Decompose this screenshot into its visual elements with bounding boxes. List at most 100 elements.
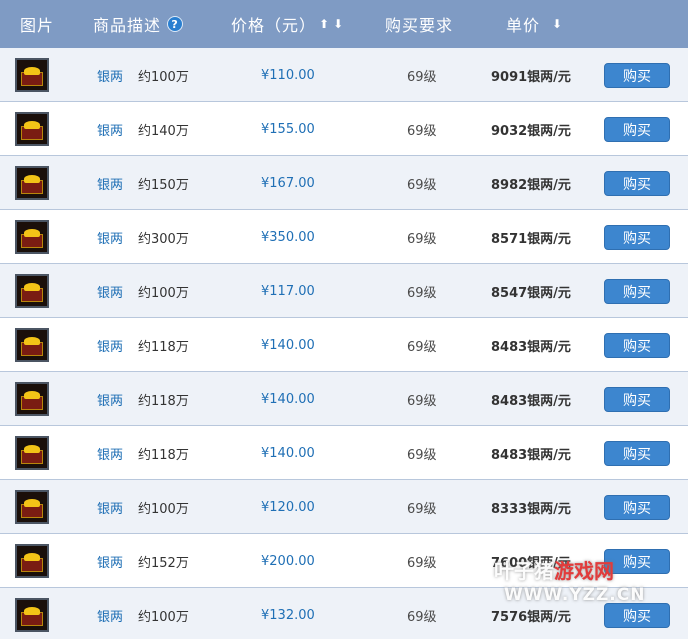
item-name-link[interactable]: 银两 xyxy=(97,588,123,639)
item-price: ¥140.00 xyxy=(261,337,315,353)
item-level: 69级 xyxy=(407,555,437,571)
header-unit-price: 单价 ⬇ xyxy=(506,0,563,48)
table-row: 银两 约100万 ¥110.00 69级 9091银两/元 购买 xyxy=(0,48,688,102)
treasure-chest-icon xyxy=(15,490,49,524)
buy-button[interactable]: 购买 xyxy=(604,279,670,304)
item-price: ¥167.00 xyxy=(261,175,315,191)
item-level: 69级 xyxy=(407,339,437,355)
item-level: 69级 xyxy=(407,69,437,85)
buy-button[interactable]: 购买 xyxy=(604,225,670,250)
table-row: 银两 约118万 ¥140.00 69级 8483银两/元 购买 xyxy=(0,426,688,480)
item-name-link[interactable]: 银两 xyxy=(97,318,123,372)
treasure-chest-icon xyxy=(15,544,49,578)
item-unit-price: 7576银两/元 xyxy=(491,609,571,625)
item-unit-price: 8547银两/元 xyxy=(491,285,571,301)
treasure-chest-icon xyxy=(15,112,49,146)
header-price: 价格（元） ⬆ ⬇ xyxy=(231,0,344,48)
treasure-chest-icon xyxy=(15,220,49,254)
item-amount: 约150万 xyxy=(138,177,189,193)
item-amount: 约100万 xyxy=(138,609,189,625)
item-price: ¥132.00 xyxy=(261,607,315,623)
table-row: 银两 约100万 ¥132.00 69级 7576银两/元 购买 xyxy=(0,588,688,639)
table-row: 银两 约152万 ¥200.00 69级 7600银两/元 购买 xyxy=(0,534,688,588)
buy-button[interactable]: 购买 xyxy=(604,549,670,574)
buy-button[interactable]: 购买 xyxy=(604,171,670,196)
header-description-label: 商品描述 xyxy=(93,16,162,35)
item-price: ¥200.00 xyxy=(261,553,315,569)
item-name-link[interactable]: 银两 xyxy=(97,48,123,102)
sort-desc-icon[interactable]: ⬇ xyxy=(333,17,344,31)
item-amount: 约100万 xyxy=(138,69,189,85)
treasure-chest-icon xyxy=(15,58,49,92)
treasure-chest-icon xyxy=(15,436,49,470)
treasure-chest-icon xyxy=(15,598,49,632)
item-price: ¥350.00 xyxy=(261,229,315,245)
table-row: 银两 约100万 ¥120.00 69级 8333银两/元 购买 xyxy=(0,480,688,534)
item-unit-price: 8483银两/元 xyxy=(491,393,571,409)
table-row: 银两 约118万 ¥140.00 69级 8483银两/元 购买 xyxy=(0,372,688,426)
buy-button[interactable]: 购买 xyxy=(604,63,670,88)
item-name-link[interactable]: 银两 xyxy=(97,534,123,588)
header-description: 商品描述 ? xyxy=(93,0,184,48)
header-requirement: 购买要求 xyxy=(385,16,454,35)
item-price: ¥110.00 xyxy=(261,67,315,83)
item-level: 69级 xyxy=(407,231,437,247)
item-amount: 约140万 xyxy=(138,123,189,139)
item-name-link[interactable]: 银两 xyxy=(97,426,123,480)
item-name-link[interactable]: 银两 xyxy=(97,372,123,426)
buy-button[interactable]: 购买 xyxy=(604,495,670,520)
item-level: 69级 xyxy=(407,447,437,463)
item-price: ¥117.00 xyxy=(261,283,315,299)
item-level: 69级 xyxy=(407,393,437,409)
item-level: 69级 xyxy=(407,609,437,625)
header-price-label: 价格（元） xyxy=(231,16,317,35)
treasure-chest-icon xyxy=(15,274,49,308)
table-header: 图片 商品描述 ? 价格（元） ⬆ ⬇ 购买要求 单价 ⬇ xyxy=(0,0,688,48)
header-image: 图片 xyxy=(20,16,55,35)
item-level: 69级 xyxy=(407,501,437,517)
item-level: 69级 xyxy=(407,285,437,301)
item-amount: 约118万 xyxy=(138,339,189,355)
item-name-link[interactable]: 银两 xyxy=(97,210,123,264)
item-amount: 约100万 xyxy=(138,501,189,517)
item-amount: 约300万 xyxy=(138,231,189,247)
item-unit-price: 8982银两/元 xyxy=(491,177,571,193)
item-unit-price: 7600银两/元 xyxy=(491,555,571,571)
item-name-link[interactable]: 银两 xyxy=(97,480,123,534)
item-level: 69级 xyxy=(407,177,437,193)
item-unit-price: 8483银两/元 xyxy=(491,339,571,355)
help-icon[interactable]: ? xyxy=(167,16,184,32)
treasure-chest-icon xyxy=(15,328,49,362)
item-price: ¥140.00 xyxy=(261,445,315,461)
treasure-chest-icon xyxy=(15,382,49,416)
table-row: 银两 约100万 ¥117.00 69级 8547银两/元 购买 xyxy=(0,264,688,318)
item-amount: 约118万 xyxy=(138,447,189,463)
item-name-link[interactable]: 银两 xyxy=(97,264,123,318)
item-price: ¥120.00 xyxy=(261,499,315,515)
item-level: 69级 xyxy=(407,123,437,139)
buy-button[interactable]: 购买 xyxy=(604,603,670,628)
treasure-chest-icon xyxy=(15,166,49,200)
table-row: 银两 约150万 ¥167.00 69级 8982银两/元 购买 xyxy=(0,156,688,210)
buy-button[interactable]: 购买 xyxy=(604,117,670,142)
item-unit-price: 9091银两/元 xyxy=(491,69,571,85)
item-unit-price: 8483银两/元 xyxy=(491,447,571,463)
sort-asc-icon[interactable]: ⬆ xyxy=(319,17,330,31)
unit-sort-desc-icon[interactable]: ⬇ xyxy=(552,17,563,31)
item-name-link[interactable]: 银两 xyxy=(97,156,123,210)
item-amount: 约152万 xyxy=(138,555,189,571)
buy-button[interactable]: 购买 xyxy=(604,441,670,466)
table-row: 银两 约118万 ¥140.00 69级 8483银两/元 购买 xyxy=(0,318,688,372)
table-row: 银两 约300万 ¥350.00 69级 8571银两/元 购买 xyxy=(0,210,688,264)
item-unit-price: 9032银两/元 xyxy=(491,123,571,139)
item-price: ¥140.00 xyxy=(261,391,315,407)
item-name-link[interactable]: 银两 xyxy=(97,102,123,156)
buy-button[interactable]: 购买 xyxy=(604,333,670,358)
item-price: ¥155.00 xyxy=(261,121,315,137)
item-amount: 约118万 xyxy=(138,393,189,409)
item-amount: 约100万 xyxy=(138,285,189,301)
buy-button[interactable]: 购买 xyxy=(604,387,670,412)
item-unit-price: 8571银两/元 xyxy=(491,231,571,247)
table-row: 银两 约140万 ¥155.00 69级 9032银两/元 购买 xyxy=(0,102,688,156)
header-unit-price-label: 单价 xyxy=(506,16,541,35)
